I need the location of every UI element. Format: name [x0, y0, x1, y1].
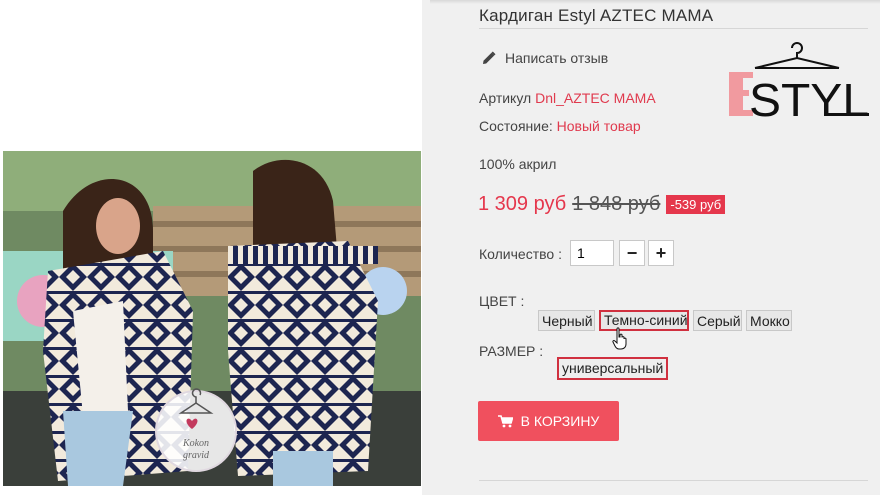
color-option-grey[interactable]: Серый [693, 310, 742, 331]
brand-logo[interactable]: STYL [727, 38, 872, 122]
divider-bottom [479, 480, 868, 481]
panel-gap [422, 0, 430, 495]
cart-icon [497, 414, 513, 427]
sku-value: Dnl_AZTEC MAMA [535, 90, 656, 106]
quantity-increase-button[interactable]: + [648, 240, 674, 266]
sku-label: Артикул [479, 90, 532, 106]
product-title: Кардиган Estyl AZTEC MAMA [479, 6, 714, 25]
add-to-cart-label: В КОРЗИНУ [520, 413, 600, 429]
svg-text:Kokon: Kokon [182, 438, 209, 449]
divider [479, 28, 868, 29]
size-label: РАЗМЕР : [479, 343, 544, 359]
write-review-label: Написать отзыв [505, 50, 609, 66]
color-option-mocha[interactable]: Мокко [746, 310, 792, 331]
sku-row: Артикул Dnl_AZTEC MAMA [479, 90, 656, 106]
size-option-universal[interactable]: универсальный [557, 357, 669, 380]
hanger-icon [754, 42, 840, 69]
condition-row: Состояние: Новый товар [479, 118, 641, 134]
old-price: 1 848 руб [572, 193, 661, 215]
condition-value: Новый товар [556, 118, 641, 134]
svg-text:gravid: gravid [183, 450, 210, 461]
write-review-link[interactable]: Написать отзыв [482, 50, 608, 66]
hand-cursor-icon [612, 327, 627, 350]
product-photo[interactable]: Kokon gravid [3, 151, 421, 486]
condition-label: Состояние: [479, 118, 553, 134]
discount-badge: -539 руб [666, 195, 726, 214]
top-shadow [430, 0, 880, 4]
current-price: 1 309 руб [478, 193, 567, 215]
material-text: 100% акрил [479, 156, 557, 172]
color-label: ЦВЕТ : [479, 293, 525, 309]
quantity-decrease-button[interactable]: − [619, 240, 645, 266]
pencil-icon [483, 51, 496, 64]
add-to-cart-button[interactable]: В КОРЗИНУ [478, 401, 619, 441]
color-option-black[interactable]: Черный [538, 310, 595, 331]
price-row: 1 309 руб 1 848 руб -539 руб [478, 193, 726, 216]
quantity-label: Количество : [479, 246, 562, 262]
quantity-input[interactable] [570, 240, 614, 266]
